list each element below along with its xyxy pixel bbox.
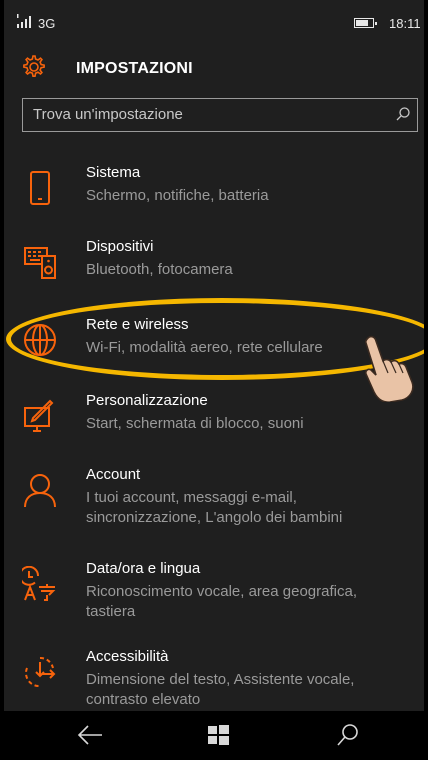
item-description: I tuoi account, messaggi e-mail, sincron… [86, 489, 343, 526]
search-input[interactable] [23, 99, 383, 130]
item-description: Bluetooth, fotocamera [86, 261, 233, 278]
item-description: Schermo, notifiche, batteria [86, 187, 269, 204]
network-type: 3G [38, 16, 56, 31]
search-box[interactable] [22, 98, 418, 132]
search-icon[interactable] [334, 723, 362, 747]
item-label: Personalizzazione [86, 392, 208, 409]
windows-start-icon[interactable] [204, 723, 232, 747]
item-description: Start, schermata di blocco, suoni [86, 415, 304, 432]
item-label: Accessibilità [86, 648, 169, 665]
back-arrow-icon[interactable] [76, 723, 104, 747]
battery-icon [354, 18, 377, 28]
navigation-bar [4, 711, 424, 760]
phone-screen: 3G 18:11 IMPOSTAZIONI Sistema Schermo, n… [4, 0, 424, 760]
item-description: Dimensione del testo, Assistente vocale,… [86, 671, 355, 708]
settings-item-data-ora-lingua[interactable]: Data/ora e lingua Riconoscimento vocale,… [4, 560, 424, 626]
page-title: IMPOSTAZIONI [76, 60, 193, 77]
person-icon [24, 474, 56, 508]
accessibility-icon [25, 656, 56, 688]
search-icon[interactable] [395, 106, 411, 122]
pointing-hand-icon [364, 335, 414, 402]
time-language-icon [22, 566, 56, 601]
personalize-icon [24, 399, 54, 432]
signal-icon [17, 14, 31, 28]
gear-icon [23, 55, 45, 77]
devices-icon [24, 247, 56, 279]
status-bar: 3G 18:11 [4, 0, 424, 40]
settings-item-sistema[interactable]: Sistema Schermo, notifiche, batteria [4, 164, 424, 214]
item-description: Riconoscimento vocale, area geografica, … [86, 583, 357, 620]
item-label: Dispositivi [86, 238, 154, 255]
settings-item-account[interactable]: Account I tuoi account, messaggi e-mail,… [4, 466, 424, 532]
page-header: IMPOSTAZIONI [4, 48, 424, 88]
item-label: Account [86, 466, 141, 483]
clock: 18:11 [389, 16, 421, 31]
phone-icon [30, 171, 50, 205]
settings-item-dispositivi[interactable]: Dispositivi Bluetooth, fotocamera [4, 238, 424, 288]
item-label: Data/ora e lingua [86, 560, 201, 577]
settings-item-accessibilita[interactable]: Accessibilità Dimensione del testo, Assi… [4, 648, 424, 714]
item-label: Sistema [86, 164, 141, 181]
